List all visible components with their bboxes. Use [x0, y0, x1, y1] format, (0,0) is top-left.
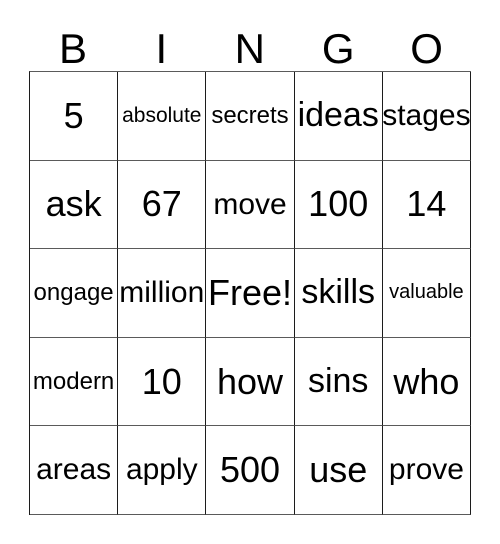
bingo-cell-label: million: [119, 276, 205, 310]
bingo-cell-label: 5: [63, 94, 84, 136]
bingo-cell[interactable]: sins: [294, 337, 383, 427]
bingo-cell-label: apply: [125, 453, 198, 487]
bingo-cell[interactable]: 500: [206, 426, 295, 515]
bingo-cell[interactable]: absolute: [118, 72, 207, 161]
bingo-cell-label: Free!: [207, 272, 293, 314]
bingo-row: ongage million Free! skills valuable: [30, 249, 472, 338]
bingo-cell[interactable]: use: [294, 426, 383, 515]
bingo-free-space-cell[interactable]: Free!: [206, 249, 295, 338]
bingo-cell-label: secrets: [211, 102, 289, 130]
bingo-header-letter-b: B: [58, 25, 88, 72]
bingo-row: areas apply 500 use prove: [30, 426, 472, 515]
bingo-cell-label: 10: [141, 360, 182, 402]
bingo-cell-label: modern: [32, 367, 115, 395]
bingo-header-letter-g: G: [321, 25, 355, 72]
bingo-cell-label: prove: [388, 453, 464, 487]
bingo-cell[interactable]: 10: [118, 337, 207, 427]
bingo-cell-label: absolute: [122, 103, 202, 127]
bingo-cell-label: 14: [406, 183, 447, 225]
bingo-cell[interactable]: million: [118, 249, 207, 338]
bingo-cell[interactable]: how: [206, 337, 295, 427]
bingo-cell-label: 67: [141, 183, 182, 225]
bingo-cell-label: skills: [301, 273, 376, 312]
bingo-cell[interactable]: 5: [30, 72, 119, 161]
bingo-cell-label: 100: [308, 183, 369, 225]
bingo-cell-label: ongage: [33, 279, 114, 307]
bingo-cell[interactable]: skills: [294, 249, 383, 338]
bingo-cell[interactable]: ask: [30, 160, 119, 250]
bingo-cell-label: areas: [36, 453, 112, 487]
bingo-header-letter-i: I: [155, 25, 168, 72]
bingo-cell-label: ask: [45, 183, 102, 225]
bingo-cell[interactable]: 100: [294, 160, 383, 250]
bingo-cell[interactable]: ideas: [294, 72, 383, 161]
bingo-cell-label: use: [309, 449, 368, 491]
bingo-header-letter-o: O: [410, 25, 444, 72]
bingo-cell-label: move: [213, 187, 287, 221]
bingo-cell[interactable]: move: [206, 160, 295, 250]
bingo-cell-label: who: [393, 360, 460, 402]
bingo-header-row: B I N G O: [29, 14, 471, 71]
bingo-row: modern 10 how sins who: [30, 337, 472, 427]
bingo-cell[interactable]: modern: [30, 337, 119, 427]
bingo-row: 5 absolute secrets ideas stages: [30, 72, 472, 161]
bingo-header-letter-n: N: [234, 25, 266, 72]
bingo-card: B I N G O 5 absolute secrets ideas stages ask…: [29, 14, 472, 515]
bingo-cell[interactable]: ongage: [30, 249, 119, 338]
bingo-cell-label: sins: [307, 361, 369, 400]
bingo-cell-label: valuable: [389, 281, 464, 304]
bingo-cell[interactable]: who: [382, 337, 472, 427]
bingo-cell[interactable]: 67: [118, 160, 207, 250]
bingo-cell[interactable]: prove: [382, 426, 472, 515]
bingo-row: ask 67 move 100 14: [30, 160, 472, 250]
bingo-cell[interactable]: 14: [382, 160, 472, 250]
bingo-cell-label: ideas: [297, 95, 379, 134]
bingo-cell[interactable]: areas: [30, 426, 119, 515]
bingo-cell[interactable]: apply: [118, 426, 207, 515]
bingo-grid: 5 absolute secrets ideas stages ask 67 move 100 1…: [29, 71, 472, 515]
bingo-cell[interactable]: stages: [382, 72, 472, 161]
bingo-cell-label: stages: [382, 99, 471, 133]
bingo-cell[interactable]: valuable: [382, 249, 472, 338]
bingo-cell[interactable]: secrets: [206, 72, 295, 161]
bingo-cell-label: how: [216, 360, 284, 402]
bingo-cell-label: 500: [219, 449, 281, 491]
